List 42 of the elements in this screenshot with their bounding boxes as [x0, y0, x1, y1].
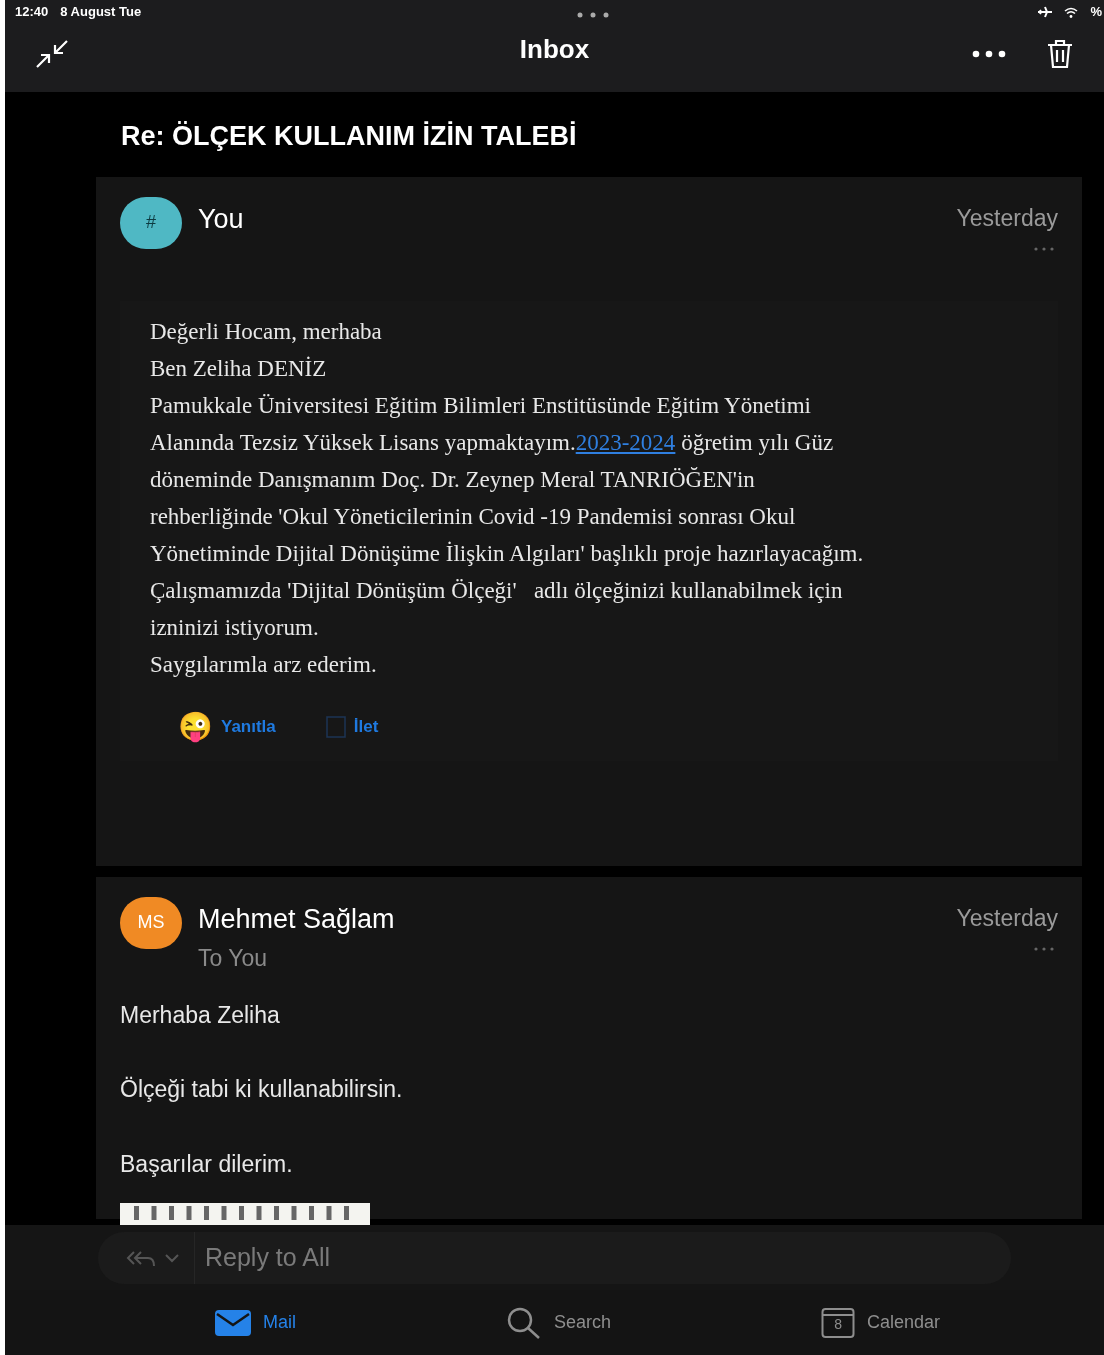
body-text: Değerli Hocam, merhaba	[150, 318, 383, 346]
email-subject: Re: ÖLÇEK KULLANIM İZİN TALEBİ	[120, 120, 578, 153]
multitask-dots-icon[interactable]	[576, 12, 610, 18]
avatar: #	[120, 196, 182, 249]
body-text: Başarılar dilerim.	[120, 1149, 294, 1179]
body-text: rehberliğinde 'Okul Yöneticilerinin Covid -19 Pandemisi sonrası Okul	[150, 503, 797, 531]
body-text: Yönetiminde Dijital Dönüşüme İlişkin Algıları' başlıklı proje hazırlayacağım.	[150, 540, 865, 568]
square-icon	[325, 716, 346, 738]
wifi-icon	[1064, 6, 1079, 18]
recipient-text: To You	[198, 944, 269, 973]
body-text: Çalışmamızda 'Dijital Dönüşüm Ölçeği' adlı ölçeğinizi kullanabilmek için	[150, 577, 844, 605]
body-text: Pamukkale Üniversitesi Eğitim Bilimleri Enstitüsünde Eğitim Yönetimi	[150, 392, 812, 420]
body-text: Ben Zeliha DENİZ	[150, 355, 328, 383]
calendar-day: 8	[821, 1316, 856, 1331]
tab[interactable]: Mail	[215, 1309, 296, 1336]
more-icon[interactable]	[972, 50, 1006, 58]
sender-name: You	[198, 202, 245, 236]
body-text: izninizi istiyorum.	[150, 614, 320, 642]
tab[interactable]: Search	[506, 1305, 612, 1340]
collapse-icon[interactable]	[35, 39, 69, 69]
trash-icon[interactable]	[1046, 39, 1074, 69]
envelope-icon	[215, 1309, 251, 1336]
reply-bar[interactable]: Reply to All	[98, 1231, 1011, 1284]
body-text: döneminde Danışmanım Doç. Dr. Zeynep Meral TANRIÖĞEN'in	[150, 466, 756, 494]
airplane-icon	[1038, 6, 1053, 18]
search-icon	[506, 1305, 542, 1340]
battery-text: %	[1090, 3, 1102, 22]
body-text: Ölçeği tabi ki kullanabilirsin.	[120, 1075, 404, 1104]
status-time: 12:40	[15, 3, 49, 22]
tab[interactable]: 8 Calendar	[821, 1306, 941, 1339]
status-date: 8 August Tue	[60, 3, 142, 22]
calendar-icon	[821, 1306, 856, 1339]
avatar: MS	[120, 896, 182, 949]
sender-name: Mehmet Sağlam	[198, 902, 396, 936]
forward-button[interactable]: İlet	[325, 714, 379, 740]
body-text: Alanında Tezsiz Yüksek Lisans yapmaktayım.2023-2024 öğretim yılı Güz	[150, 429, 835, 457]
reply-button[interactable]: 😜 Yanıtla	[178, 713, 276, 741]
message-date: Yesterday	[956, 203, 1058, 233]
body-text: Merhaba Zeliha	[120, 1000, 281, 1030]
body-text: Saygılarımla arz ederim.	[150, 651, 378, 679]
message-date: Yesterday	[956, 903, 1058, 933]
header-title: Inbox	[519, 33, 590, 66]
